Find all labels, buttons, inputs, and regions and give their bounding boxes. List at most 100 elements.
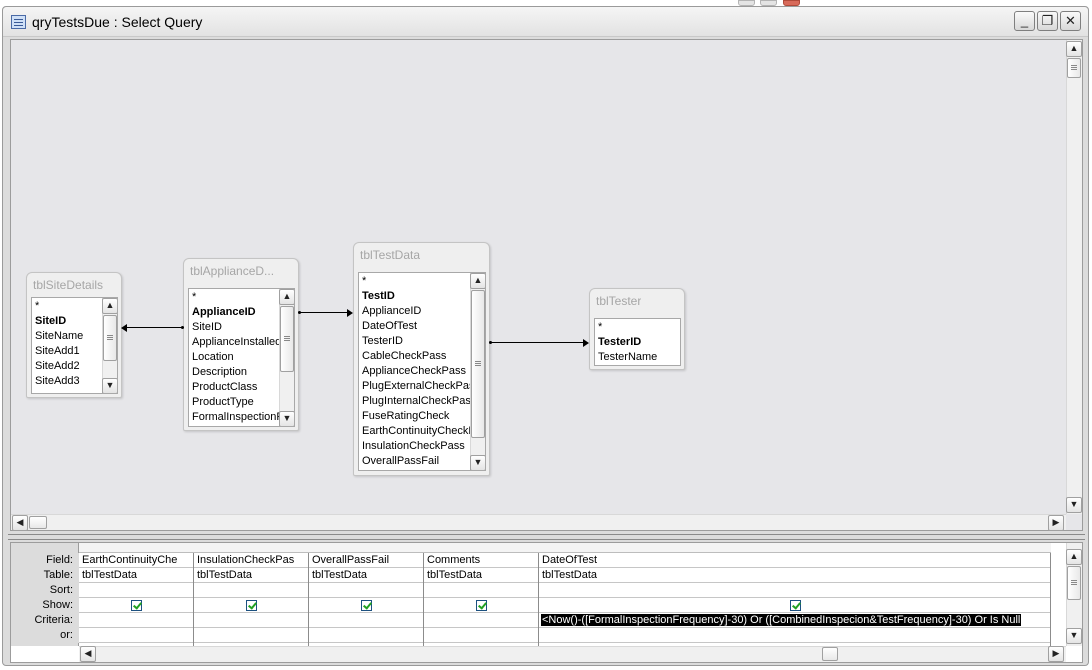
query-design-grid[interactable]: Field: Table: Sort: Show: Criteria: or: … <box>10 542 1083 663</box>
grid-scroll-right-button[interactable]: ▶ <box>1048 646 1064 662</box>
grid-horizontal-scroll-thumb[interactable] <box>822 647 838 661</box>
grid-cell-criteria[interactable] <box>424 613 538 628</box>
column-selector-bar[interactable] <box>79 543 1051 553</box>
grid-cell-sort[interactable] <box>539 583 1050 598</box>
field-item-testername[interactable]: TesterName <box>598 350 657 365</box>
grid-column[interactable]: EarthContinuityChe tblTestData <box>79 553 194 646</box>
field-item-insulationcheckpass[interactable]: InsulationCheckPass <box>362 439 465 454</box>
field-item-testerid[interactable]: TesterID <box>362 334 403 349</box>
vertical-scroll-thumb[interactable] <box>1067 58 1081 78</box>
grid-scroll-left-button[interactable]: ◀ <box>80 646 96 662</box>
grid-cell-field[interactable]: InsulationCheckPas <box>194 553 308 568</box>
grid-horizontal-scrollbar[interactable] <box>79 646 1066 662</box>
grid-cell-criteria[interactable] <box>79 613 193 628</box>
relationship-line-appliance[interactable] <box>299 312 347 313</box>
field-item-siteid[interactable]: SiteID <box>35 314 66 329</box>
field-item-star[interactable]: * <box>35 299 39 314</box>
grid-cell-table[interactable]: tblTestData <box>79 568 193 583</box>
grid-cell-field[interactable]: Comments <box>424 553 538 568</box>
field-list-tblApplianceDetails[interactable]: tblApplianceD... * ApplianceID SiteID Ap… <box>183 258 299 431</box>
field-item-siteadd2[interactable]: SiteAdd2 <box>35 359 80 374</box>
grid-cell-field[interactable]: EarthContinuityChe <box>79 553 193 568</box>
field-item-location[interactable]: Location <box>192 350 234 365</box>
field-item-applianceinstalled[interactable]: ApplianceInstalled <box>192 335 281 350</box>
show-checkbox[interactable] <box>476 600 487 611</box>
field-item-appliancecheckpass[interactable]: ApplianceCheckPass <box>362 364 466 379</box>
field-item-star[interactable]: * <box>362 274 366 289</box>
design-horizontal-scrollbar[interactable] <box>11 514 1066 530</box>
grid-vertical-scroll-thumb[interactable] <box>1067 566 1081 600</box>
field-list-scroll-up[interactable]: ▲ <box>279 289 294 305</box>
grid-cell-or[interactable] <box>424 628 538 643</box>
grid-cell-table[interactable]: tblTestData <box>194 568 308 583</box>
grid-column[interactable]: InsulationCheckPas tblTestData <box>194 553 309 646</box>
relationship-line-tester[interactable] <box>490 342 583 343</box>
restore-button[interactable]: ❐ <box>1037 11 1058 31</box>
grid-cell-show[interactable] <box>194 598 308 613</box>
grid-cell-table[interactable]: tblTestData <box>424 568 538 583</box>
field-item-earthcontinuitycheck[interactable]: EarthContinuityCheckF <box>362 424 475 439</box>
field-item-pluginternalcheckpass[interactable]: PlugInternalCheckPass <box>362 394 476 409</box>
grid-cell-show[interactable] <box>424 598 538 613</box>
scroll-left-button[interactable]: ◀ <box>12 515 28 531</box>
field-item-applianceid[interactable]: ApplianceID <box>192 305 256 320</box>
grid-cell-criteria[interactable]: <Now()-([FormalInspectionFrequency]-30) … <box>539 613 1050 628</box>
field-list-scroll-up[interactable]: ▲ <box>102 298 117 314</box>
grid-cell-criteria[interactable] <box>194 613 308 628</box>
grid-column[interactable]: Comments tblTestData <box>424 553 539 646</box>
grid-cell-show[interactable] <box>79 598 193 613</box>
field-list-tblTester[interactable]: tblTester * TesterID TesterName <box>589 288 685 370</box>
grid-cell-field[interactable]: DateOfTest <box>539 553 1050 568</box>
pane-splitter[interactable] <box>8 534 1085 540</box>
field-list-scroll-down[interactable]: ▼ <box>279 411 294 426</box>
field-list-tblTestData[interactable]: tblTestData * TestID ApplianceID DateOfT… <box>353 242 490 476</box>
show-checkbox[interactable] <box>246 600 257 611</box>
field-item-siteid[interactable]: SiteID <box>192 320 222 335</box>
field-item-productclass[interactable]: ProductClass <box>192 380 257 395</box>
grid-column[interactable]: OverallPassFail tblTestData <box>309 553 424 646</box>
grid-cell-sort[interactable] <box>194 583 308 598</box>
grid-cell-sort[interactable] <box>309 583 423 598</box>
grid-cell-field[interactable]: OverallPassFail <box>309 553 423 568</box>
scroll-right-button[interactable]: ▶ <box>1048 515 1064 531</box>
grid-column[interactable]: DateOfTest tblTestData <Now()-([FormalIn… <box>539 553 1051 646</box>
field-item-description[interactable]: Description <box>192 365 247 380</box>
field-item-plugexternalcheckpass[interactable]: PlugExternalCheckPass <box>362 379 480 394</box>
field-list-scroll-down[interactable]: ▼ <box>102 378 117 393</box>
show-checkbox[interactable] <box>361 600 372 611</box>
grid-cell-table[interactable]: tblTestData <box>539 568 1050 583</box>
field-item-cablecheckpass[interactable]: CableCheckPass <box>362 349 446 364</box>
field-item-siteadd1[interactable]: SiteAdd1 <box>35 344 80 359</box>
grid-cell-or[interactable] <box>539 628 1050 643</box>
relationship-line-site[interactable] <box>127 327 183 328</box>
grid-cell-show[interactable] <box>539 598 1050 613</box>
grid-cell-table[interactable]: tblTestData <box>309 568 423 583</box>
field-item-fuseratingcheck[interactable]: FuseRatingCheck <box>362 409 449 424</box>
field-list-tblSiteDetails[interactable]: tblSiteDetails * SiteID SiteName SiteAdd… <box>26 272 122 398</box>
grid-scroll-up-button[interactable]: ▲ <box>1066 549 1082 565</box>
field-list-scroll-down[interactable]: ▼ <box>470 455 485 470</box>
field-item-sitename[interactable]: SiteName <box>35 329 83 344</box>
scroll-down-button[interactable]: ▼ <box>1066 497 1082 513</box>
field-list-scroll-thumb[interactable] <box>471 290 485 438</box>
show-checkbox[interactable] <box>790 600 801 611</box>
field-item-testid[interactable]: TestID <box>362 289 395 304</box>
field-item-producttype[interactable]: ProductType <box>192 395 254 410</box>
grid-cell-show[interactable] <box>309 598 423 613</box>
field-item-formalinspectionfrequency[interactable]: FormalInspectionF <box>192 410 283 425</box>
minimize-button[interactable]: _ <box>1014 11 1035 31</box>
grid-cell-sort[interactable] <box>424 583 538 598</box>
grid-cell-or[interactable] <box>194 628 308 643</box>
grid-scroll-down-button[interactable]: ▼ <box>1066 628 1082 644</box>
grid-cell-sort[interactable] <box>79 583 193 598</box>
field-list-scroll-up[interactable]: ▲ <box>470 273 485 289</box>
show-checkbox[interactable] <box>131 600 142 611</box>
close-button[interactable]: ✕ <box>1060 11 1081 31</box>
design-vertical-scrollbar[interactable] <box>1066 40 1082 514</box>
grid-cell-or[interactable] <box>79 628 193 643</box>
field-item-siteadd3[interactable]: SiteAdd3 <box>35 374 80 389</box>
field-item-star[interactable]: * <box>598 320 602 335</box>
field-item-applianceid[interactable]: ApplianceID <box>362 304 421 319</box>
criteria-expression[interactable]: <Now()-([FormalInspectionFrequency]-30) … <box>541 614 1022 626</box>
field-item-dateoftest[interactable]: DateOfTest <box>362 319 417 334</box>
